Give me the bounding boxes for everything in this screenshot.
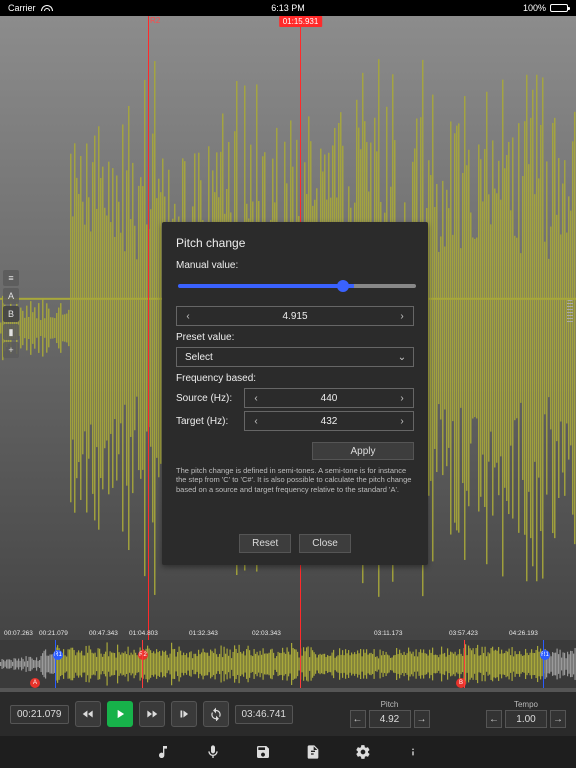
position-time[interactable]: 00:21.079 xyxy=(10,705,69,724)
pitch-decrement[interactable]: ← xyxy=(350,710,366,728)
pitch-change-dialog: Pitch change Manual value: ‹ 4.915 › Pre… xyxy=(162,222,428,565)
preset-select[interactable]: Select ⌄ xyxy=(176,347,414,367)
skip-button[interactable] xyxy=(171,701,197,727)
manual-decrement[interactable]: ‹ xyxy=(177,307,199,325)
dialog-title: Pitch change xyxy=(176,236,414,250)
source-decrement[interactable]: ‹ xyxy=(245,389,267,407)
overview-r1-line-start xyxy=(55,640,56,688)
marker-r2[interactable]: R2 xyxy=(138,650,148,660)
target-decrement[interactable]: ‹ xyxy=(245,412,267,430)
marker-r2-line[interactable]: R2 xyxy=(148,16,149,640)
target-increment[interactable]: › xyxy=(391,412,413,430)
overview-r1-line-end xyxy=(543,640,544,688)
source-value[interactable]: 440 xyxy=(267,389,391,407)
chevron-down-icon: ⌄ xyxy=(391,348,413,366)
wifi-icon xyxy=(40,4,52,13)
settings-icon[interactable] xyxy=(354,743,372,761)
preset-value: Select xyxy=(177,348,391,366)
tempo-value[interactable]: 1.00 xyxy=(505,710,547,728)
marker-r2-label: R2 xyxy=(150,16,160,25)
target-value[interactable]: 432 xyxy=(267,412,391,430)
source-hz-label: Source (Hz): xyxy=(176,393,240,404)
marker-r1-end[interactable]: R1 xyxy=(540,650,550,660)
marker-a[interactable]: A xyxy=(30,678,40,688)
tempo-control: Tempo ← 1.00 → xyxy=(486,700,566,728)
source-increment[interactable]: › xyxy=(391,389,413,407)
tempo-increment[interactable]: → xyxy=(550,710,566,728)
help-text: The pitch change is defined in semi-tone… xyxy=(176,466,414,494)
save-icon[interactable] xyxy=(254,743,272,761)
manual-increment[interactable]: › xyxy=(391,307,413,325)
overview-time-label: 03:11.173 xyxy=(374,630,402,637)
hamburger-icon[interactable]: ≡ xyxy=(3,270,19,286)
info-icon[interactable] xyxy=(404,743,422,761)
target-hz-stepper: ‹ 432 › xyxy=(244,411,414,431)
tempo-decrement[interactable]: ← xyxy=(486,710,502,728)
overview-time-label: 00:07.263 xyxy=(4,630,33,637)
overview-playhead xyxy=(300,640,301,688)
rewind-button[interactable] xyxy=(75,701,101,727)
battery-icon xyxy=(550,4,568,12)
pitch-label: Pitch xyxy=(381,700,399,709)
fast-forward-button[interactable] xyxy=(139,701,165,727)
music-icon[interactable] xyxy=(154,743,172,761)
microphone-icon[interactable] xyxy=(204,743,222,761)
overview-time-label: 04:26.193 xyxy=(509,630,538,637)
overview-time-label: 01:04.803 xyxy=(129,630,158,637)
overview-time-label: 00:47.343 xyxy=(89,630,118,637)
overview-r2-line xyxy=(142,640,143,688)
reset-button[interactable]: Reset xyxy=(239,534,291,553)
overview-graphic xyxy=(0,640,576,688)
drag-handle-icon[interactable] xyxy=(567,300,573,324)
pitch-increment[interactable]: → xyxy=(414,710,430,728)
carrier-label: Carrier xyxy=(8,3,36,13)
bottom-toolbar xyxy=(0,736,576,768)
manual-value-slider[interactable] xyxy=(178,277,416,295)
transport-bar: 00:21.079 03:46.741 Pitch ← 4.92 → Tempo… xyxy=(0,692,576,736)
pin-icon[interactable]: ▮ xyxy=(3,324,19,340)
playhead-time: 01:15.931 xyxy=(279,16,323,27)
clock: 6:13 PM xyxy=(271,3,305,13)
overview-time-label: 01:32.343 xyxy=(189,630,218,637)
play-button[interactable] xyxy=(107,701,133,727)
manual-value-label: Manual value: xyxy=(176,260,414,271)
overview-time-label: 02:03.343 xyxy=(252,630,281,637)
preset-value-label: Preset value: xyxy=(176,332,414,343)
overview-time-label: 00:21.079 xyxy=(39,630,68,637)
close-button[interactable]: Close xyxy=(299,534,351,553)
manual-value-stepper: ‹ 4.915 › xyxy=(176,306,414,326)
frequency-based-label: Frequency based: xyxy=(176,373,414,384)
overview-waveform[interactable]: R1 R2 R1 A B 00:07.26300:21.07900:47.343… xyxy=(0,640,576,688)
target-hz-label: Target (Hz): xyxy=(176,416,240,427)
manual-value[interactable]: 4.915 xyxy=(199,307,391,325)
tempo-label: Tempo xyxy=(514,700,538,709)
side-toolbar: ≡ A B ▮ + xyxy=(3,270,19,358)
overview-time-label: 03:57.423 xyxy=(449,630,478,637)
marker-b-button[interactable]: B xyxy=(3,306,19,322)
battery-percent: 100% xyxy=(523,3,546,13)
loop-button[interactable] xyxy=(203,701,229,727)
export-icon[interactable] xyxy=(304,743,322,761)
pitch-value[interactable]: 4.92 xyxy=(369,710,411,728)
overview-b-line xyxy=(464,640,465,688)
source-hz-stepper: ‹ 440 › xyxy=(244,388,414,408)
status-bar: Carrier 6:13 PM 100% xyxy=(0,0,576,16)
apply-button[interactable]: Apply xyxy=(312,442,414,460)
pitch-control: Pitch ← 4.92 → xyxy=(350,700,430,728)
marker-a-button[interactable]: A xyxy=(3,288,19,304)
duration-time[interactable]: 03:46.741 xyxy=(235,705,294,724)
add-icon[interactable]: + xyxy=(3,342,19,358)
